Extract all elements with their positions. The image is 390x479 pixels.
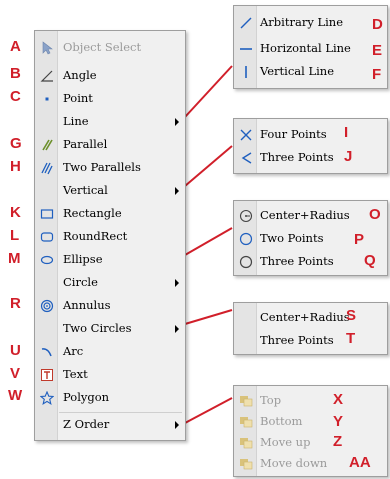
menu-item-circle[interactable]: Circle xyxy=(35,271,185,294)
menu-item-four-points[interactable]: Four Points xyxy=(234,123,387,146)
diagonal-line-icon xyxy=(237,14,254,31)
menu-item-center-radius[interactable]: Center+Radius xyxy=(234,306,387,329)
menu-item-angle[interactable]: Angle xyxy=(35,64,185,87)
x-cross-icon xyxy=(237,126,254,143)
menu-item-two-circles[interactable]: Two Circles xyxy=(35,317,185,340)
annotation-letter: H xyxy=(10,158,21,175)
menu-item-annulus[interactable]: Annulus xyxy=(35,294,185,317)
menu-item-arc[interactable]: Arc xyxy=(35,340,185,363)
menu-item-horizontal-line[interactable]: Horizontal Line xyxy=(234,37,387,60)
circle-icon xyxy=(237,230,254,247)
roundrect-icon xyxy=(38,228,55,245)
menu-item-three-points[interactable]: Three Points xyxy=(234,329,387,352)
menu-item-parallel[interactable]: Parallel xyxy=(35,133,185,156)
point-icon xyxy=(38,90,55,107)
rectangle-icon xyxy=(38,205,55,222)
annotation-letter: R xyxy=(10,295,21,312)
submenu-arrow-icon xyxy=(175,118,179,126)
annotation-letter: F xyxy=(372,66,382,83)
annotation-letter: E xyxy=(372,42,383,59)
layer-icon xyxy=(237,413,254,430)
menu-item-roundrect[interactable]: RoundRect xyxy=(35,225,185,248)
line-submenu: Arbitrary Line Horizontal Line Vertical … xyxy=(233,5,388,89)
menu-item-line[interactable]: Line xyxy=(35,110,185,133)
menu-item-center-radius[interactable]: Center+Radius xyxy=(234,204,387,227)
submenu-arrow-icon xyxy=(175,279,179,287)
annotation-letter: AA xyxy=(349,454,371,471)
layer-icon xyxy=(237,392,254,409)
menu-item-object-select[interactable]: Object Select xyxy=(35,36,185,59)
menu-item-text[interactable]: Text xyxy=(35,363,185,386)
menu-item-z-order[interactable]: Z Order xyxy=(35,413,185,436)
annotation-letter: L xyxy=(10,227,20,244)
annotation-letter: P xyxy=(354,231,365,248)
annotation-letter: B xyxy=(10,65,21,82)
menu-item-two-points[interactable]: Two Points xyxy=(234,227,387,250)
menu-item-bottom[interactable]: Bottom xyxy=(234,410,387,433)
annotation-letter: W xyxy=(8,387,23,404)
two-circles-submenu: Center+Radius Three Points xyxy=(233,302,388,355)
parallel-icon xyxy=(38,136,55,153)
angle-icon xyxy=(38,67,55,84)
menu-item-point[interactable]: Point xyxy=(35,87,185,110)
annotation-letter: Z xyxy=(333,433,343,450)
layer-icon xyxy=(237,455,254,472)
polygon-icon xyxy=(38,389,55,406)
v-check-icon xyxy=(237,149,254,166)
vertical-submenu: Four Points Three Points xyxy=(233,118,388,174)
annotation-letter: V xyxy=(10,365,21,382)
text-icon xyxy=(38,366,55,383)
annulus-icon xyxy=(38,297,55,314)
menu-item-rectangle[interactable]: Rectangle xyxy=(35,202,185,225)
ellipse-icon xyxy=(38,251,55,268)
main-context-menu: Object Select Angle Point Line Parallel … xyxy=(34,30,186,441)
circle-icon xyxy=(237,253,254,270)
horizontal-line-icon xyxy=(237,40,254,57)
cursor-icon xyxy=(38,39,55,56)
menu-item-ellipse[interactable]: Ellipse xyxy=(35,248,185,271)
vertical-line-icon xyxy=(237,63,254,80)
annotation-letter: M xyxy=(8,250,21,267)
annotation-letter: Q xyxy=(364,252,376,269)
annotation-letter: C xyxy=(10,88,21,105)
annotation-letter: A xyxy=(10,38,21,55)
annotation-letter: U xyxy=(10,342,21,359)
two-parallels-icon xyxy=(38,159,55,176)
menu-item-polygon[interactable]: Polygon xyxy=(35,386,185,409)
menu-item-top[interactable]: Top xyxy=(234,389,387,412)
annotation-letter: G xyxy=(10,135,22,152)
submenu-arrow-icon xyxy=(175,325,179,333)
menu-item-three-points[interactable]: Three Points xyxy=(234,146,387,169)
annotation-letter: K xyxy=(10,204,21,221)
menu-item-two-parallels[interactable]: Two Parallels xyxy=(35,156,185,179)
menu-item-arbitrary-line[interactable]: Arbitrary Line xyxy=(234,11,387,34)
annotation-letter: Y xyxy=(333,413,344,430)
annotation-letter: J xyxy=(344,148,353,165)
menu-item-vertical-line[interactable]: Vertical Line xyxy=(234,60,387,83)
annotation-letter: O xyxy=(369,206,381,223)
center-circle-icon xyxy=(237,207,254,224)
arc-icon xyxy=(38,343,55,360)
annotation-letter: X xyxy=(333,391,344,408)
annotation-letter: D xyxy=(372,16,383,33)
submenu-arrow-icon xyxy=(175,421,179,429)
menu-item-move-up[interactable]: Move up xyxy=(234,431,387,454)
submenu-arrow-icon xyxy=(175,187,179,195)
annotation-letter: S xyxy=(346,307,357,324)
layer-icon xyxy=(237,434,254,451)
annotation-letter: T xyxy=(346,330,356,347)
menu-item-vertical[interactable]: Vertical xyxy=(35,179,185,202)
annotation-letter: I xyxy=(344,124,349,141)
